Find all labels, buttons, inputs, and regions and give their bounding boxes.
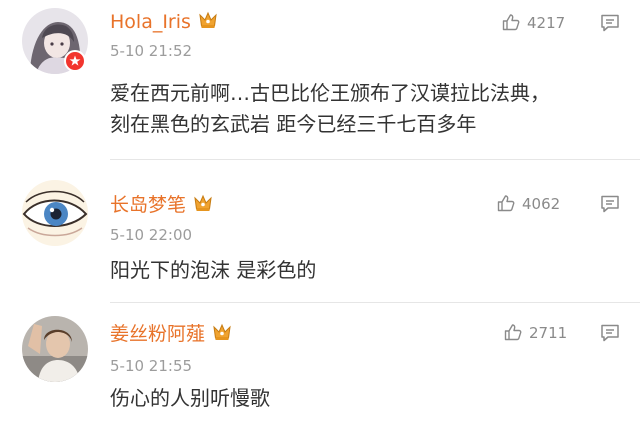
comment-item: Hola_Iris 5-10 21:52 4217 爱在西元前啊…古巴比伦王颁布… [0,0,640,152]
comment-text: 阳光下的泡沫 是彩色的 [110,255,316,286]
like-button[interactable]: 4217 [501,12,565,34]
username-text[interactable]: 长岛梦笔 [110,194,186,216]
comment-reply-icon [601,14,619,32]
like-button[interactable]: 4062 [496,193,560,215]
comment-reply-icon [601,324,619,342]
timestamp: 5-10 21:52 [110,42,193,60]
username-text[interactable]: 姜丝粉阿薤 [110,323,205,345]
crown-member-icon [197,9,219,31]
star-icon [69,55,81,66]
comment-item: 长岛梦笔 5-10 22:00 4062 阳光下的泡沫 是彩色的 [0,160,640,305]
username[interactable]: 长岛梦笔 [110,192,214,216]
like-button[interactable]: 2711 [503,322,567,344]
timestamp: 5-10 22:00 [110,226,193,244]
avatar[interactable] [22,180,88,246]
like-count: 4062 [522,195,561,213]
thumbs-up-icon [504,324,522,341]
reply-button[interactable] [599,193,621,215]
waving-girl-photo-avatar-icon [22,316,88,382]
username[interactable]: 姜丝粉阿薤 [110,321,233,345]
avatar[interactable] [22,316,88,382]
like-count: 4217 [527,14,566,32]
verified-badge [64,50,86,72]
username[interactable]: Hola_Iris [110,9,219,33]
like-count: 2711 [529,324,568,342]
reply-button[interactable] [599,322,621,344]
crown-member-icon [211,321,233,343]
comment-text-line: 爱在西元前啊…古巴比伦王颁布了汉谟拉比法典， [110,81,550,105]
eye-drawing-avatar-icon [22,180,88,246]
comment-reply-icon [601,195,619,213]
comment-text-line: 伤心的人别听慢歌 [110,386,270,410]
reply-button[interactable] [599,12,621,34]
crown-member-icon [192,192,214,214]
comment-text-line: 刻在黑色的玄武岩 距今已经三千七百多年 [110,112,477,136]
comment-list: Hola_Iris 5-10 21:52 4217 爱在西元前啊…古巴比伦王颁布… [0,0,640,431]
thumbs-up-icon [502,14,520,31]
comment-item: 姜丝粉阿薤 5-10 21:55 2711 伤心的人别听慢歌 [0,303,640,431]
timestamp: 5-10 21:55 [110,357,193,375]
comment-text: 伤心的人别听慢歌 [110,383,270,414]
thumbs-up-icon [497,195,515,212]
comment-text-line: 阳光下的泡沫 是彩色的 [110,258,317,282]
comment-text: 爱在西元前啊…古巴比伦王颁布了汉谟拉比法典， 刻在黑色的玄武岩 距今已经三千七百… [110,78,550,140]
username-text[interactable]: Hola_Iris [110,11,191,33]
